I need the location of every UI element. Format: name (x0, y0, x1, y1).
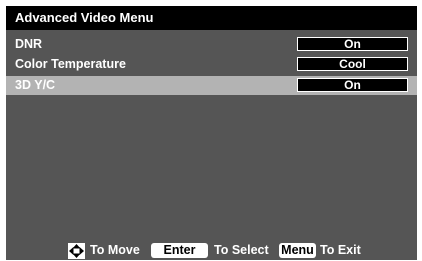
select-hint: To Select (214, 243, 269, 257)
menu-row-dnr[interactable]: DNR On (6, 35, 417, 54)
dpad-arrows-icon (68, 243, 85, 259)
menu-title: Advanced Video Menu (6, 6, 417, 30)
row-label: 3D Y/C (15, 78, 56, 92)
menu-row-3d-yc[interactable]: 3D Y/C On (6, 76, 417, 95)
row-value-box[interactable]: On (297, 78, 408, 92)
osd-screen: Advanced Video Menu DNR On Color Tempera… (6, 6, 417, 260)
menu-row-color-temperature[interactable]: Color Temperature Cool (6, 55, 417, 74)
exit-hint: To Exit (320, 243, 361, 257)
row-label: Color Temperature (15, 57, 126, 71)
menu-key: Menu (279, 243, 316, 258)
row-value-box[interactable]: On (297, 37, 408, 51)
move-hint: To Move (90, 243, 140, 257)
row-label: DNR (15, 37, 43, 51)
row-value-box[interactable]: Cool (297, 57, 408, 71)
help-bar: To Move Enter To Select Menu To Exit (6, 240, 417, 260)
enter-key: Enter (151, 243, 208, 258)
